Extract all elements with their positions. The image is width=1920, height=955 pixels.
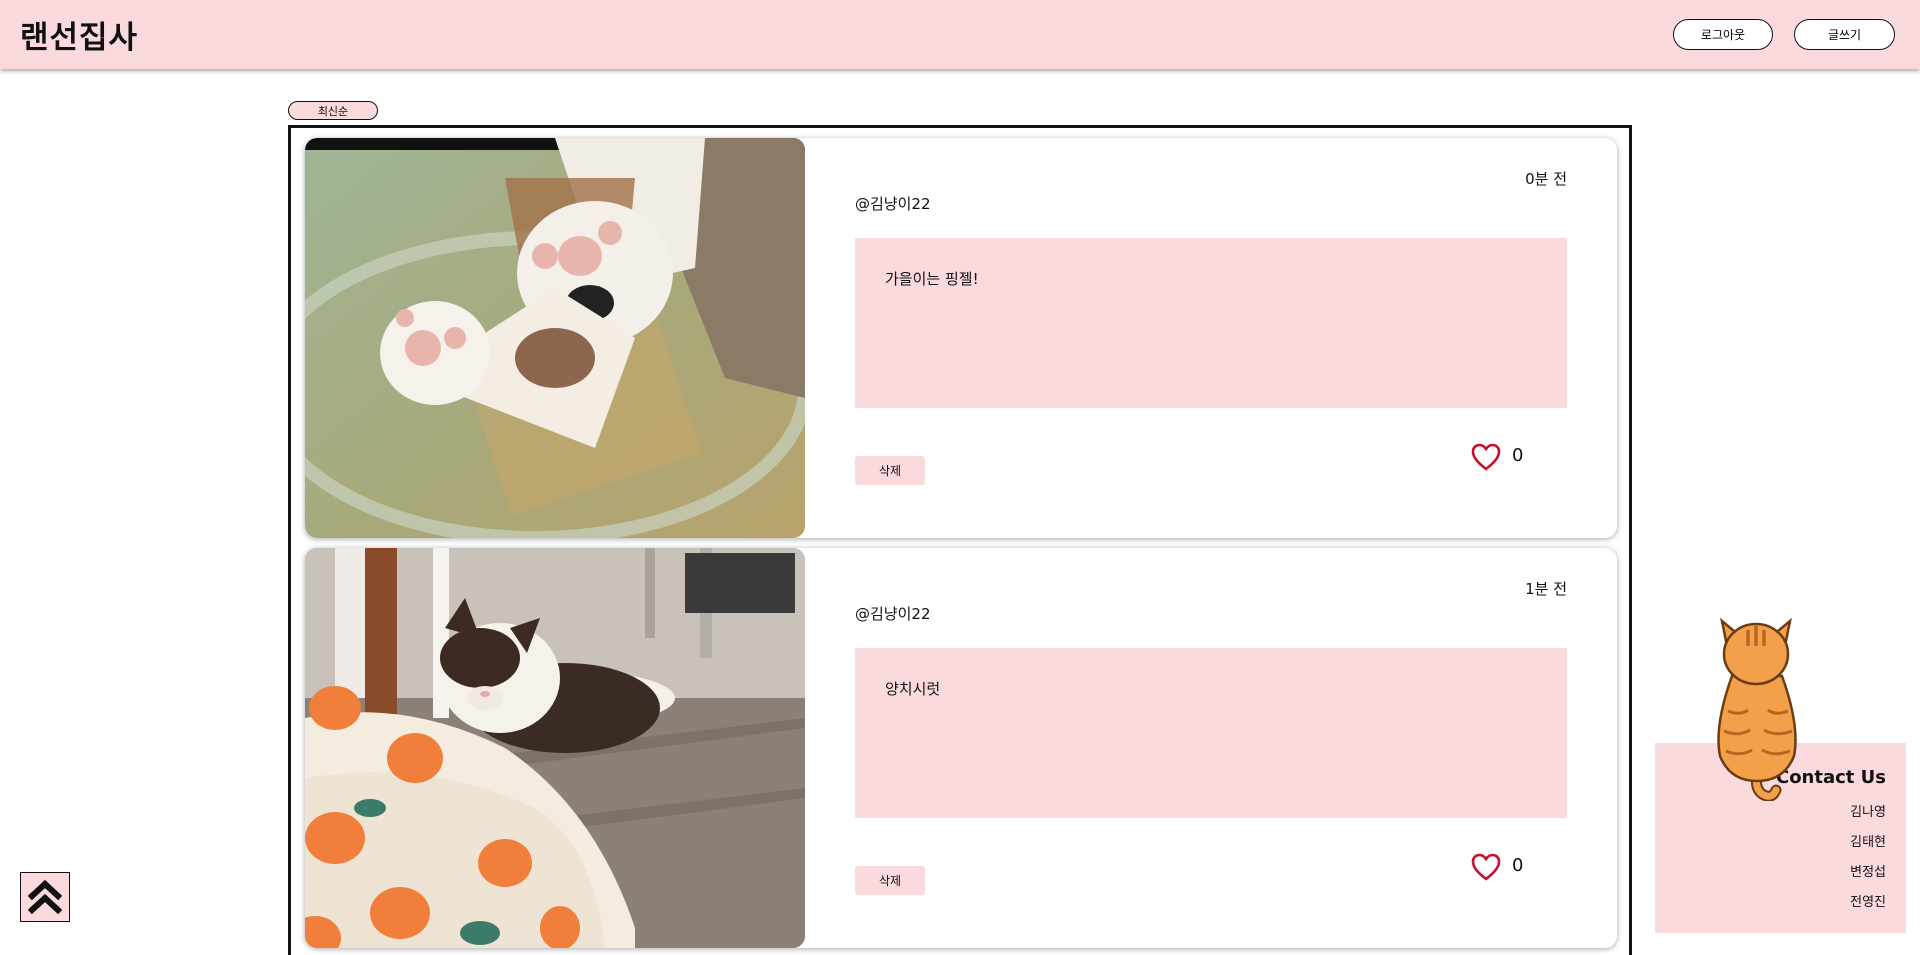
- site-logo[interactable]: 랜선집사: [20, 12, 138, 57]
- post-author[interactable]: @김냥이22: [855, 193, 931, 214]
- orange-cat-illustration: [1712, 616, 1802, 805]
- double-chevron-up-icon: [28, 879, 62, 915]
- write-post-button[interactable]: 글쓰기: [1794, 19, 1895, 50]
- heart-icon[interactable]: [1471, 443, 1501, 471]
- post-time: 1분 전: [1525, 580, 1567, 598]
- post-content-box: 양치시럿: [855, 648, 1567, 818]
- delete-button[interactable]: 삭제: [855, 456, 925, 485]
- post-time: 0분 전: [1525, 170, 1567, 188]
- post-content: 가을이는 핑젤!: [885, 270, 979, 288]
- post-card: 1분 전 @김냥이22 양치시럿 삭제 0: [305, 548, 1617, 948]
- like-count: 0: [1512, 445, 1524, 466]
- delete-button[interactable]: 삭제: [855, 866, 925, 895]
- post-feed: 0분 전 @김냥이22 가을이는 핑젤! 삭제 0 1분 전 @김냥이22 양치…: [288, 125, 1632, 955]
- post-content: 양치시럿: [885, 680, 941, 698]
- sort-latest-button[interactable]: 최신순: [288, 101, 378, 120]
- top-header: 랜선집사 로그아웃 글쓰기: [0, 0, 1920, 69]
- like-count: 0: [1512, 855, 1524, 876]
- logout-button[interactable]: 로그아웃: [1673, 19, 1773, 50]
- contact-name: 김태현: [1850, 835, 1886, 850]
- contact-name: 전영진: [1850, 895, 1886, 910]
- heart-icon[interactable]: [1471, 853, 1501, 881]
- post-content-box: 가을이는 핑젤!: [855, 238, 1567, 408]
- post-image[interactable]: [305, 548, 805, 948]
- post-card: 0분 전 @김냥이22 가을이는 핑젤! 삭제 0: [305, 138, 1617, 538]
- post-image[interactable]: [305, 138, 805, 538]
- contact-name: 김나영: [1850, 805, 1886, 820]
- scroll-top-button[interactable]: [20, 872, 70, 922]
- post-author[interactable]: @김냥이22: [855, 603, 931, 624]
- contact-name: 변정섭: [1850, 865, 1886, 880]
